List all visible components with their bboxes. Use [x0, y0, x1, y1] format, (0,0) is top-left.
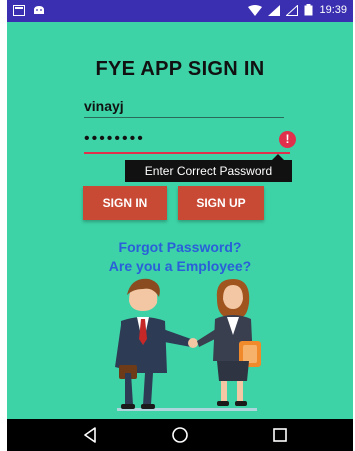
password-error-tooltip: Enter Correct Password — [125, 154, 292, 182]
navigation-bar — [7, 419, 353, 451]
signal-icon — [268, 4, 281, 16]
password-underline — [84, 152, 290, 154]
password-field[interactable]: •••••••• ! — [84, 128, 296, 154]
status-right: 19:39 — [248, 4, 347, 16]
battery-icon — [304, 4, 313, 16]
image-notification-icon — [13, 5, 25, 16]
sign-up-button[interactable]: SIGN UP — [178, 186, 264, 220]
sign-in-button[interactable]: SIGN IN — [83, 186, 167, 220]
back-button[interactable] — [79, 425, 101, 445]
phone-screen: 19:39 FYE APP SIGN IN vinayj •••••••• ! … — [7, 0, 353, 451]
sign-in-screen: FYE APP SIGN IN vinayj •••••••• ! Enter … — [7, 22, 353, 419]
status-bar: 19:39 — [7, 0, 353, 22]
employee-link[interactable]: Are you a Employee? — [7, 258, 353, 274]
page-title: FYE APP SIGN IN — [95, 58, 265, 80]
status-time: 19:39 — [319, 4, 347, 16]
android-notification-icon — [34, 6, 44, 14]
handshake-illustration — [115, 278, 261, 411]
password-value: •••••••• — [84, 130, 145, 147]
back-icon — [84, 427, 96, 443]
home-button[interactable] — [169, 425, 191, 445]
username-value: vinayj — [84, 98, 124, 114]
woman-figure — [197, 279, 261, 406]
username-underline — [84, 117, 284, 118]
username-field[interactable]: vinayj — [84, 92, 284, 118]
man-figure — [115, 278, 198, 409]
wifi-icon — [248, 4, 263, 16]
home-icon — [172, 427, 188, 443]
error-icon: ! — [279, 131, 296, 148]
recent-apps-icon — [273, 428, 287, 442]
signal-empty-icon — [286, 4, 299, 16]
status-left — [13, 5, 45, 16]
recent-apps-button[interactable] — [269, 425, 291, 445]
forgot-password-link[interactable]: Forgot Password? — [7, 239, 353, 255]
